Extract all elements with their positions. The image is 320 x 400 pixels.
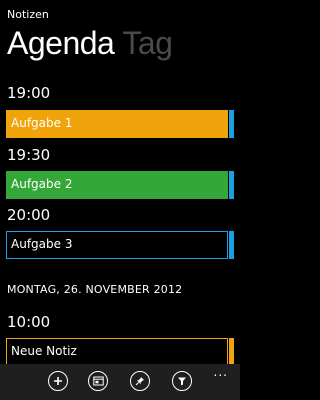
agenda-item-aufgabe-1[interactable]: Aufgabe 1 bbox=[6, 110, 228, 138]
filter-icon bbox=[178, 377, 186, 386]
calendar-icon bbox=[92, 376, 104, 386]
filter-button[interactable] bbox=[172, 371, 192, 391]
agenda-item-neue-notiz[interactable]: Neue Notiz bbox=[6, 338, 228, 364]
agenda-item-aufgabe-3[interactable]: Aufgabe 3 bbox=[6, 231, 228, 259]
calendar-view-button[interactable] bbox=[88, 371, 108, 391]
pin-icon bbox=[135, 377, 144, 386]
add-button[interactable] bbox=[48, 371, 68, 391]
time-label: 19:00 bbox=[7, 84, 51, 102]
agenda-item-label: Aufgabe 2 bbox=[11, 177, 73, 191]
calendar-color-bar bbox=[229, 171, 234, 199]
time-label: 10:00 bbox=[7, 313, 51, 331]
application-bar: ... bbox=[0, 364, 240, 400]
time-label: 20:00 bbox=[7, 206, 51, 224]
agenda-item-label: Aufgabe 1 bbox=[11, 116, 73, 130]
agenda-list[interactable]: 19:00 Aufgabe 1 19:30 Aufgabe 2 20:00 Au… bbox=[0, 0, 240, 364]
agenda-item-label: Aufgabe 3 bbox=[11, 237, 73, 251]
agenda-item-label: Neue Notiz bbox=[11, 344, 77, 358]
calendar-color-bar bbox=[229, 231, 234, 259]
add-icon bbox=[54, 377, 62, 385]
calendar-color-bar bbox=[229, 338, 234, 364]
more-menu-ellipsis[interactable]: ... bbox=[214, 366, 228, 378]
date-heading: MONTAG, 26. NOVEMBER 2012 bbox=[7, 283, 183, 296]
pin-button[interactable] bbox=[130, 371, 150, 391]
agenda-item-aufgabe-2[interactable]: Aufgabe 2 bbox=[6, 171, 228, 199]
calendar-color-bar bbox=[229, 110, 234, 138]
time-label: 19:30 bbox=[7, 146, 51, 164]
